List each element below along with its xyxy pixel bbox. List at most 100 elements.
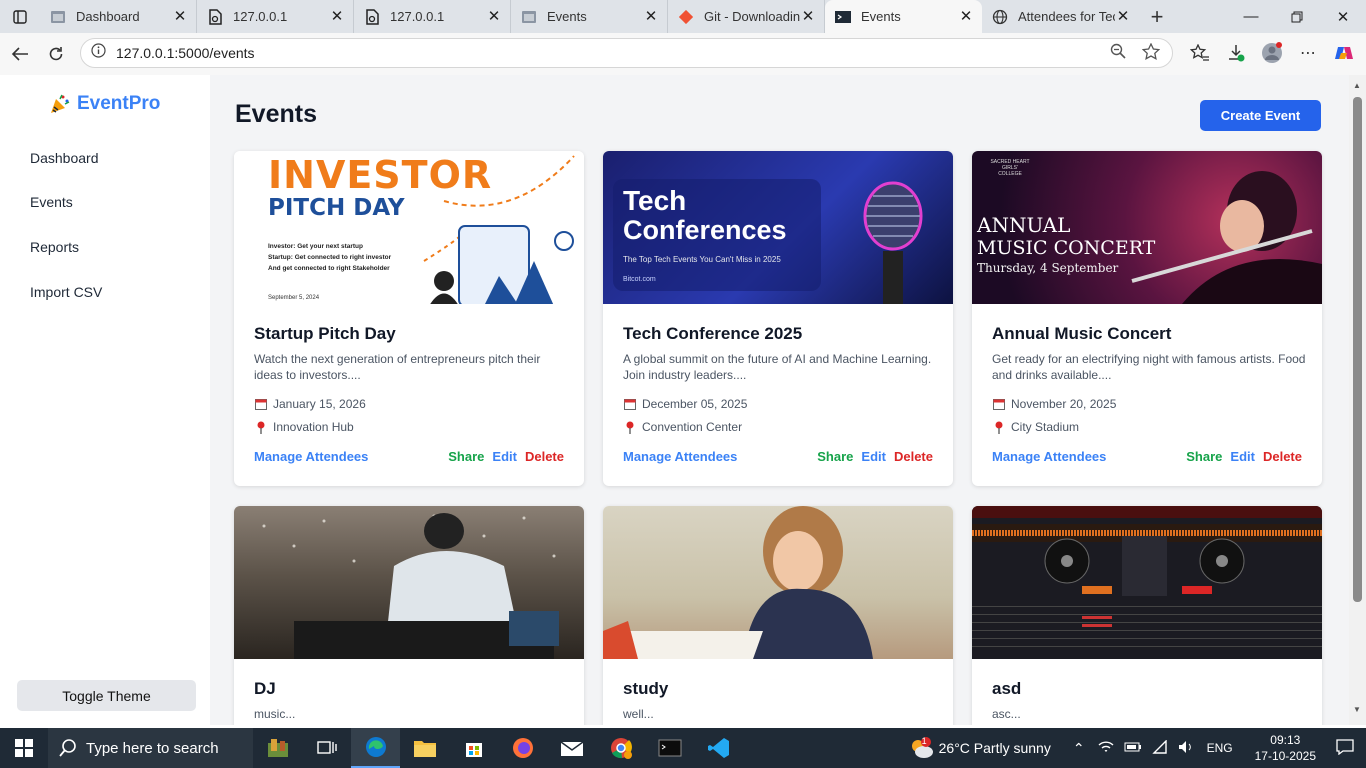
news-widget-icon[interactable] — [253, 728, 302, 768]
event-title: DJ — [254, 679, 276, 698]
back-icon[interactable] — [2, 38, 38, 70]
browser-tab[interactable]: Attendees for Tech ✕ — [982, 0, 1139, 33]
close-icon[interactable]: ✕ — [329, 8, 345, 25]
browser-tab[interactable]: 127.0.0.1 ✕ — [197, 0, 354, 33]
volume-icon[interactable] — [1178, 740, 1194, 757]
store-icon[interactable] — [449, 728, 498, 768]
file-icon — [364, 8, 380, 25]
clock[interactable]: 09:13 17-10-2025 — [1255, 732, 1316, 764]
close-icon[interactable]: ✕ — [172, 8, 188, 25]
close-icon[interactable]: ✕ — [958, 8, 974, 25]
browser-tab-active[interactable]: Events ✕ — [825, 0, 982, 33]
event-image[interactable]: INVESTOR PITCH DAY Investor: Get your ne… — [234, 151, 584, 304]
globe-icon — [992, 9, 1008, 25]
browser-tab[interactable]: 127.0.0.1 ✕ — [354, 0, 511, 33]
mail-icon[interactable] — [547, 728, 596, 768]
firefox-icon[interactable] — [498, 728, 547, 768]
weather-widget[interactable]: 1 26°C Partly sunny — [908, 736, 1051, 760]
share-button[interactable]: Share — [1186, 449, 1222, 464]
delete-button[interactable]: Delete — [1263, 449, 1302, 464]
battery-icon[interactable] — [1124, 740, 1142, 756]
page-scrollbar[interactable]: ▲ ▼ — [1349, 75, 1366, 725]
edge-browser-icon[interactable] — [351, 728, 400, 768]
sidebar-item-dashboard[interactable]: Dashboard — [30, 150, 99, 166]
event-card: SACRED HEART GIRLS' COLLEGE ANNUAL MUSIC… — [972, 151, 1322, 486]
sidebar-item-import-csv[interactable]: Import CSV — [30, 284, 102, 300]
event-date-text: November 20, 2025 — [1011, 397, 1117, 411]
vscode-icon[interactable] — [694, 728, 743, 768]
zoom-icon[interactable] — [1110, 43, 1126, 64]
sidebar-item-events[interactable]: Events — [30, 194, 73, 210]
edit-button[interactable]: Edit — [1230, 449, 1255, 464]
scroll-down-icon[interactable]: ▼ — [1353, 705, 1361, 714]
manage-attendees-link[interactable]: Manage Attendees — [254, 449, 368, 464]
chevron-up-icon[interactable]: ⌃ — [1073, 740, 1085, 757]
browser-tab-strip: Dashboard ✕ 127.0.0.1 ✕ 127.0.0.1 ✕ Even… — [0, 0, 1366, 33]
event-image[interactable] — [972, 506, 1322, 659]
favorite-star-icon[interactable] — [1141, 41, 1161, 64]
scroll-up-icon[interactable]: ▲ — [1353, 81, 1361, 90]
event-card: INVESTOR PITCH DAY Investor: Get your ne… — [234, 151, 584, 486]
toggle-theme-button[interactable]: Toggle Theme — [17, 680, 196, 711]
brand-logo[interactable]: EventPro — [49, 93, 160, 115]
task-view-icon[interactable] — [302, 728, 351, 768]
terminal-icon[interactable] — [645, 728, 694, 768]
close-icon[interactable]: ✕ — [800, 8, 816, 25]
share-button[interactable]: Share — [448, 449, 484, 464]
event-date: November 20, 2025 — [992, 397, 1116, 411]
brand-name: EventPro — [77, 93, 161, 114]
manage-attendees-link[interactable]: Manage Attendees — [623, 449, 737, 464]
manage-attendees-link[interactable]: Manage Attendees — [992, 449, 1106, 464]
more-options-icon[interactable]: ⋯ — [1293, 38, 1323, 68]
event-image[interactable] — [234, 506, 584, 659]
event-image[interactable]: SACRED HEART GIRLS' COLLEGE ANNUAL MUSIC… — [972, 151, 1322, 304]
event-location-text: Innovation Hub — [273, 420, 354, 434]
close-icon[interactable]: ✕ — [1115, 8, 1131, 25]
close-icon[interactable]: ✕ — [643, 8, 659, 25]
chrome-icon[interactable] — [596, 728, 645, 768]
delete-button[interactable]: Delete — [894, 449, 933, 464]
language-indicator[interactable]: ENG — [1207, 741, 1233, 755]
sidebar-item-reports[interactable]: Reports — [30, 239, 79, 255]
url-text[interactable]: 127.0.0.1:5000/events — [116, 45, 255, 61]
close-icon[interactable]: ✕ — [486, 8, 502, 25]
browser-tab[interactable]: Dashboard ✕ — [40, 0, 197, 33]
browser-tab[interactable]: Events ✕ — [511, 0, 668, 33]
image-text: Investor: Get your next startup — [268, 243, 363, 250]
copilot-icon[interactable] — [1329, 38, 1359, 68]
event-image[interactable]: Tech Conferences The Top Tech Events You… — [603, 151, 953, 304]
taskbar-search[interactable]: Type here to search — [48, 728, 253, 768]
tab-actions-button[interactable] — [0, 0, 40, 33]
restore-icon[interactable] — [1274, 0, 1320, 33]
downloads-icon[interactable] — [1221, 38, 1251, 68]
scrollbar-thumb[interactable] — [1353, 97, 1362, 602]
calendar-icon — [254, 398, 267, 411]
favorites-icon[interactable] — [1185, 38, 1215, 68]
edit-button[interactable]: Edit — [492, 449, 517, 464]
delete-button[interactable]: Delete — [525, 449, 564, 464]
share-button[interactable]: Share — [817, 449, 853, 464]
minimize-icon[interactable]: — — [1228, 0, 1274, 33]
notifications-icon[interactable] — [1336, 738, 1354, 758]
info-icon[interactable] — [91, 43, 106, 63]
profile-avatar[interactable] — [1257, 38, 1287, 68]
file-explorer-icon[interactable] — [400, 728, 449, 768]
new-tab-button[interactable]: + — [1139, 0, 1175, 33]
illustration — [423, 225, 574, 304]
system-tray: 1 26°C Partly sunny ⌃ ENG 09:13 17-10-20… — [908, 728, 1366, 768]
browser-tab[interactable]: Git - Downloading ✕ — [668, 0, 825, 33]
event-description: Watch the next generation of entrepreneu… — [254, 352, 541, 382]
wifi-icon[interactable] — [1151, 738, 1168, 757]
network-icon[interactable] — [1098, 740, 1114, 757]
windows-start-icon[interactable] — [0, 728, 48, 768]
edit-button[interactable]: Edit — [861, 449, 886, 464]
event-title: Startup Pitch Day — [254, 324, 396, 343]
create-event-button[interactable]: Create Event — [1200, 100, 1321, 131]
event-location-text: City Stadium — [1011, 420, 1080, 434]
event-image[interactable] — [603, 506, 953, 659]
refresh-icon[interactable] — [38, 38, 74, 70]
close-window-icon[interactable]: ✕ — [1320, 0, 1366, 33]
event-description: music... — [254, 707, 296, 721]
event-title: study — [623, 679, 669, 698]
address-bar[interactable]: 127.0.0.1:5000/events — [80, 38, 1173, 68]
